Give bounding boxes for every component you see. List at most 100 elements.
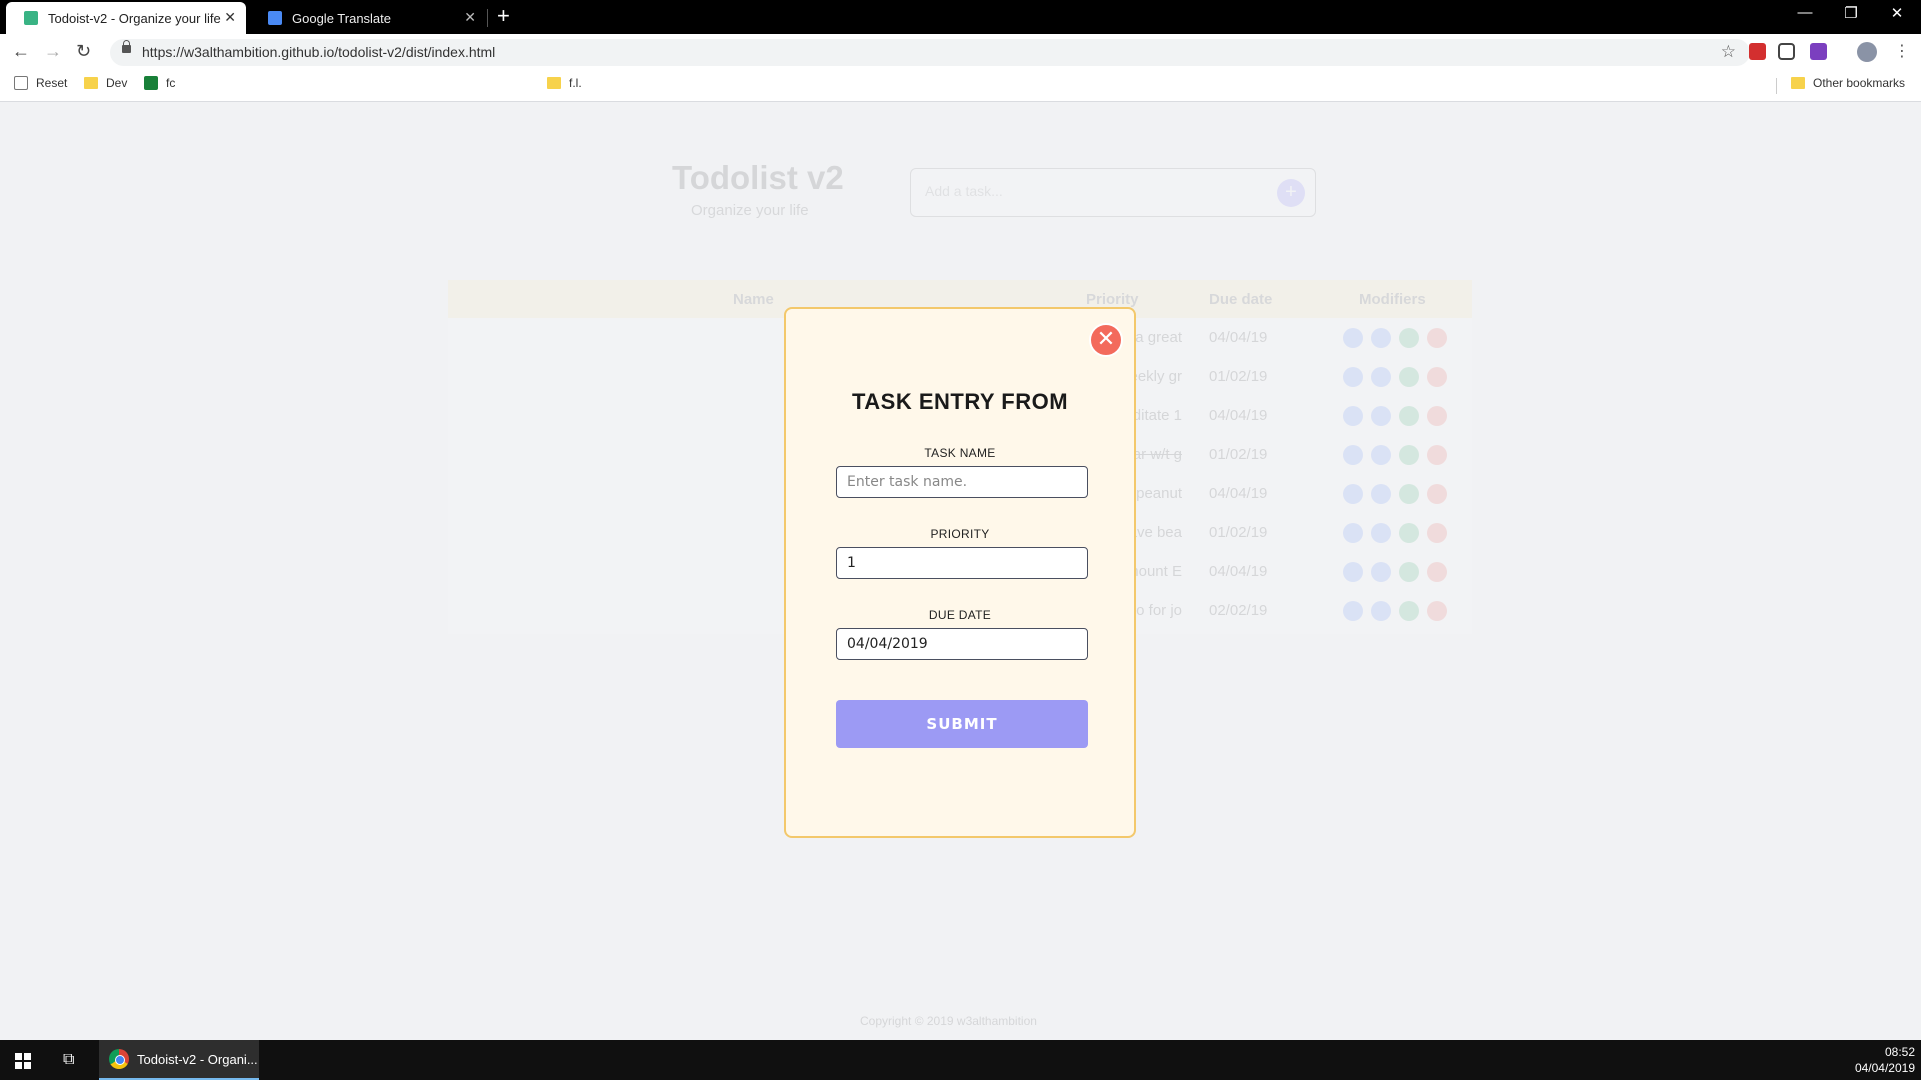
increase-priority-icon[interactable] (1343, 406, 1363, 426)
add-task-input[interactable]: Add a task... (910, 168, 1316, 217)
task-due: 01/02/19 (1209, 524, 1268, 541)
clock-time: 08:52 (1884, 1045, 1915, 1059)
address-bar[interactable]: https://w3althambition.github.io/todolis… (110, 39, 1750, 66)
increase-priority-icon[interactable] (1343, 367, 1363, 387)
tab-google-translate[interactable]: Google Translate ✕ (250, 2, 486, 34)
decrease-priority-icon[interactable] (1371, 445, 1391, 465)
restore-icon[interactable]: ❐ (1828, 4, 1874, 22)
task-entry-modal: ✕ TASK ENTRY FROM TASK NAME PRIORITY DUE… (784, 307, 1136, 838)
taskbar-app-label: Todoist-v2 - Organi... (137, 1051, 258, 1067)
delete-icon[interactable] (1427, 367, 1447, 387)
delete-icon[interactable] (1427, 328, 1447, 348)
decrease-priority-icon[interactable] (1371, 484, 1391, 504)
increase-priority-icon[interactable] (1343, 445, 1363, 465)
task-due: 04/04/19 (1209, 329, 1268, 346)
system-clock[interactable]: 08:52 04/04/2019 (1855, 1044, 1915, 1076)
decrease-priority-icon[interactable] (1371, 601, 1391, 621)
decrease-priority-icon[interactable] (1371, 367, 1391, 387)
bookmarks-divider (1776, 78, 1777, 94)
increase-priority-icon[interactable] (1343, 484, 1363, 504)
complete-icon[interactable] (1399, 406, 1419, 426)
delete-icon[interactable] (1427, 523, 1447, 543)
complete-icon[interactable] (1399, 601, 1419, 621)
task-due: 04/04/19 (1209, 485, 1268, 502)
decrease-priority-icon[interactable] (1371, 328, 1391, 348)
back-icon[interactable]: ← (12, 41, 30, 62)
windows-taskbar: ⧉ Todoist-v2 - Organi... 08:52 04/04/201… (0, 1040, 1921, 1080)
increase-priority-icon[interactable] (1343, 523, 1363, 543)
onenote-extension-icon[interactable] (1810, 43, 1827, 60)
bookmark-star-icon[interactable]: ☆ (1721, 42, 1736, 62)
bookmark-label: Other bookmarks (1813, 76, 1906, 90)
bookmark-label: Dev (106, 76, 128, 90)
delete-icon[interactable] (1427, 445, 1447, 465)
delete-icon[interactable] (1427, 484, 1447, 504)
bookmark-label: Reset (36, 76, 68, 90)
task-view-icon[interactable]: ⧉ (63, 1051, 74, 1069)
minimize-icon[interactable]: — (1782, 4, 1828, 21)
delete-icon[interactable] (1427, 601, 1447, 621)
complete-icon[interactable] (1399, 484, 1419, 504)
pocket-extension-icon[interactable] (1778, 43, 1795, 60)
lastpass-extension-icon[interactable] (1749, 43, 1766, 60)
folder-icon (547, 77, 561, 89)
browser-toolbar: ← → ↻ https://w3althambition.github.io/t… (0, 34, 1921, 70)
decrease-priority-icon[interactable] (1371, 523, 1391, 543)
windows-start-icon[interactable] (15, 1053, 31, 1069)
window-close-icon[interactable]: ✕ (1874, 4, 1920, 22)
complete-icon[interactable] (1399, 328, 1419, 348)
increase-priority-icon[interactable] (1343, 328, 1363, 348)
url-text[interactable]: https://w3althambition.github.io/todolis… (142, 44, 495, 60)
copyright: Copyright © 2019 w3althambition (860, 1014, 1037, 1028)
forward-icon[interactable]: → (44, 41, 62, 62)
tab-close-icon[interactable]: ✕ (224, 9, 236, 26)
bookmark-label: f.l. (569, 76, 582, 90)
add-task-icon[interactable]: + (1277, 179, 1305, 207)
increase-priority-icon[interactable] (1343, 562, 1363, 582)
bookmark-reset[interactable]: Reset (14, 76, 67, 90)
bookmark-dev[interactable]: Dev (84, 76, 127, 90)
decrease-priority-icon[interactable] (1371, 406, 1391, 426)
modal-title: TASK ENTRY FROM (851, 389, 1069, 414)
tab-title: Todoist-v2 - Organize your life (48, 10, 221, 26)
complete-icon[interactable] (1399, 445, 1419, 465)
sheets-icon (144, 76, 158, 90)
tab-todoist[interactable]: Todoist-v2 - Organize your life ✕ (6, 2, 246, 34)
task-due: 04/04/19 (1209, 407, 1268, 424)
bookmarks-bar: Reset Dev fc f.l. Other bookmarks (0, 70, 1921, 161)
column-priority: Priority (1086, 291, 1139, 308)
app-title: Todolist v2 (672, 159, 844, 196)
bookmark-fc[interactable]: fc (144, 76, 175, 90)
due-date-input[interactable] (836, 628, 1088, 660)
complete-icon[interactable] (1399, 523, 1419, 543)
task-name-label: TASK NAME (924, 446, 996, 460)
priority-input[interactable] (836, 547, 1088, 579)
task-name-input[interactable] (836, 466, 1088, 498)
column-due-date: Due date (1209, 291, 1273, 308)
chrome-icon (109, 1049, 129, 1069)
new-tab-icon[interactable]: + (497, 3, 510, 29)
task-due: 01/02/19 (1209, 368, 1268, 385)
profile-avatar-icon[interactable] (1857, 42, 1877, 62)
tab-close-icon[interactable]: ✕ (464, 9, 476, 26)
complete-icon[interactable] (1399, 367, 1419, 387)
decrease-priority-icon[interactable] (1371, 562, 1391, 582)
close-icon[interactable]: ✕ (1089, 323, 1123, 357)
tab-divider (487, 9, 488, 27)
taskbar-chrome-app[interactable]: Todoist-v2 - Organi... (99, 1040, 259, 1080)
column-name: Name (733, 291, 774, 308)
submit-button[interactable]: SUBMIT (836, 700, 1088, 748)
chrome-menu-icon[interactable]: ⋮ (1894, 41, 1910, 61)
complete-icon[interactable] (1399, 562, 1419, 582)
column-modifiers: Modifiers (1359, 291, 1426, 308)
reload-icon[interactable]: ↻ (76, 41, 91, 62)
delete-icon[interactable] (1427, 406, 1447, 426)
other-bookmarks[interactable]: Other bookmarks (1791, 76, 1905, 90)
delete-icon[interactable] (1427, 562, 1447, 582)
task-due: 02/02/19 (1209, 602, 1268, 619)
tab-title: Google Translate (292, 10, 392, 26)
increase-priority-icon[interactable] (1343, 601, 1363, 621)
app-subtitle: Organize your life (691, 202, 809, 219)
bookmark-fl[interactable]: f.l. (547, 76, 582, 90)
folder-icon (84, 77, 98, 89)
